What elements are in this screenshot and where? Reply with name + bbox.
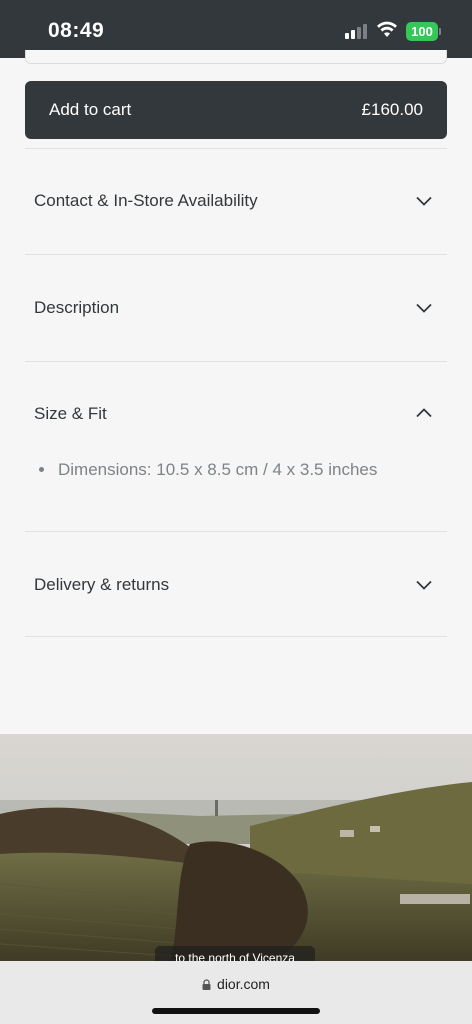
bullet-icon [39, 467, 44, 472]
chevron-up-icon[interactable] [416, 408, 432, 418]
accordion-description[interactable]: Description [25, 255, 447, 361]
url-display[interactable]: dior.com [0, 976, 472, 992]
previous-section-box [25, 50, 447, 64]
browser-address-bar[interactable]: dior.com [0, 961, 472, 1024]
size-dimensions-text: Dimensions: 10.5 x 8.5 cm / 4 x 3.5 inch… [58, 460, 378, 479]
lock-icon [202, 979, 211, 990]
battery-icon: 100 [406, 22, 438, 41]
wifi-icon [377, 21, 397, 37]
accordion-title: Description [34, 298, 120, 317]
price: £160.00 [361, 100, 423, 119]
video-player[interactable] [0, 734, 472, 964]
accordion-delivery-returns[interactable]: Delivery & returns [25, 532, 447, 636]
accordion-title: Contact & In-Store Availability [34, 191, 258, 210]
chevron-down-icon[interactable] [416, 303, 432, 313]
home-indicator[interactable] [152, 1008, 320, 1014]
accordion-title: Size & Fit [34, 404, 107, 423]
chevron-down-icon[interactable] [416, 196, 432, 206]
accordion-contact[interactable]: Contact & In-Store Availability [25, 149, 447, 254]
battery-nub [439, 28, 441, 35]
accordion-size-fit[interactable]: Size & Fit [25, 362, 447, 462]
add-to-cart-button[interactable]: Add to cart £160.00 [25, 81, 447, 139]
url-text: dior.com [217, 976, 270, 992]
divider [25, 636, 447, 637]
add-to-cart-label: Add to cart [49, 100, 132, 119]
chevron-down-icon[interactable] [416, 580, 432, 590]
accordion-title: Delivery & returns [34, 575, 170, 594]
status-time: 08:49 [48, 19, 105, 42]
cellular-signal-icon [345, 23, 369, 39]
landscape-video-frame [0, 734, 472, 964]
